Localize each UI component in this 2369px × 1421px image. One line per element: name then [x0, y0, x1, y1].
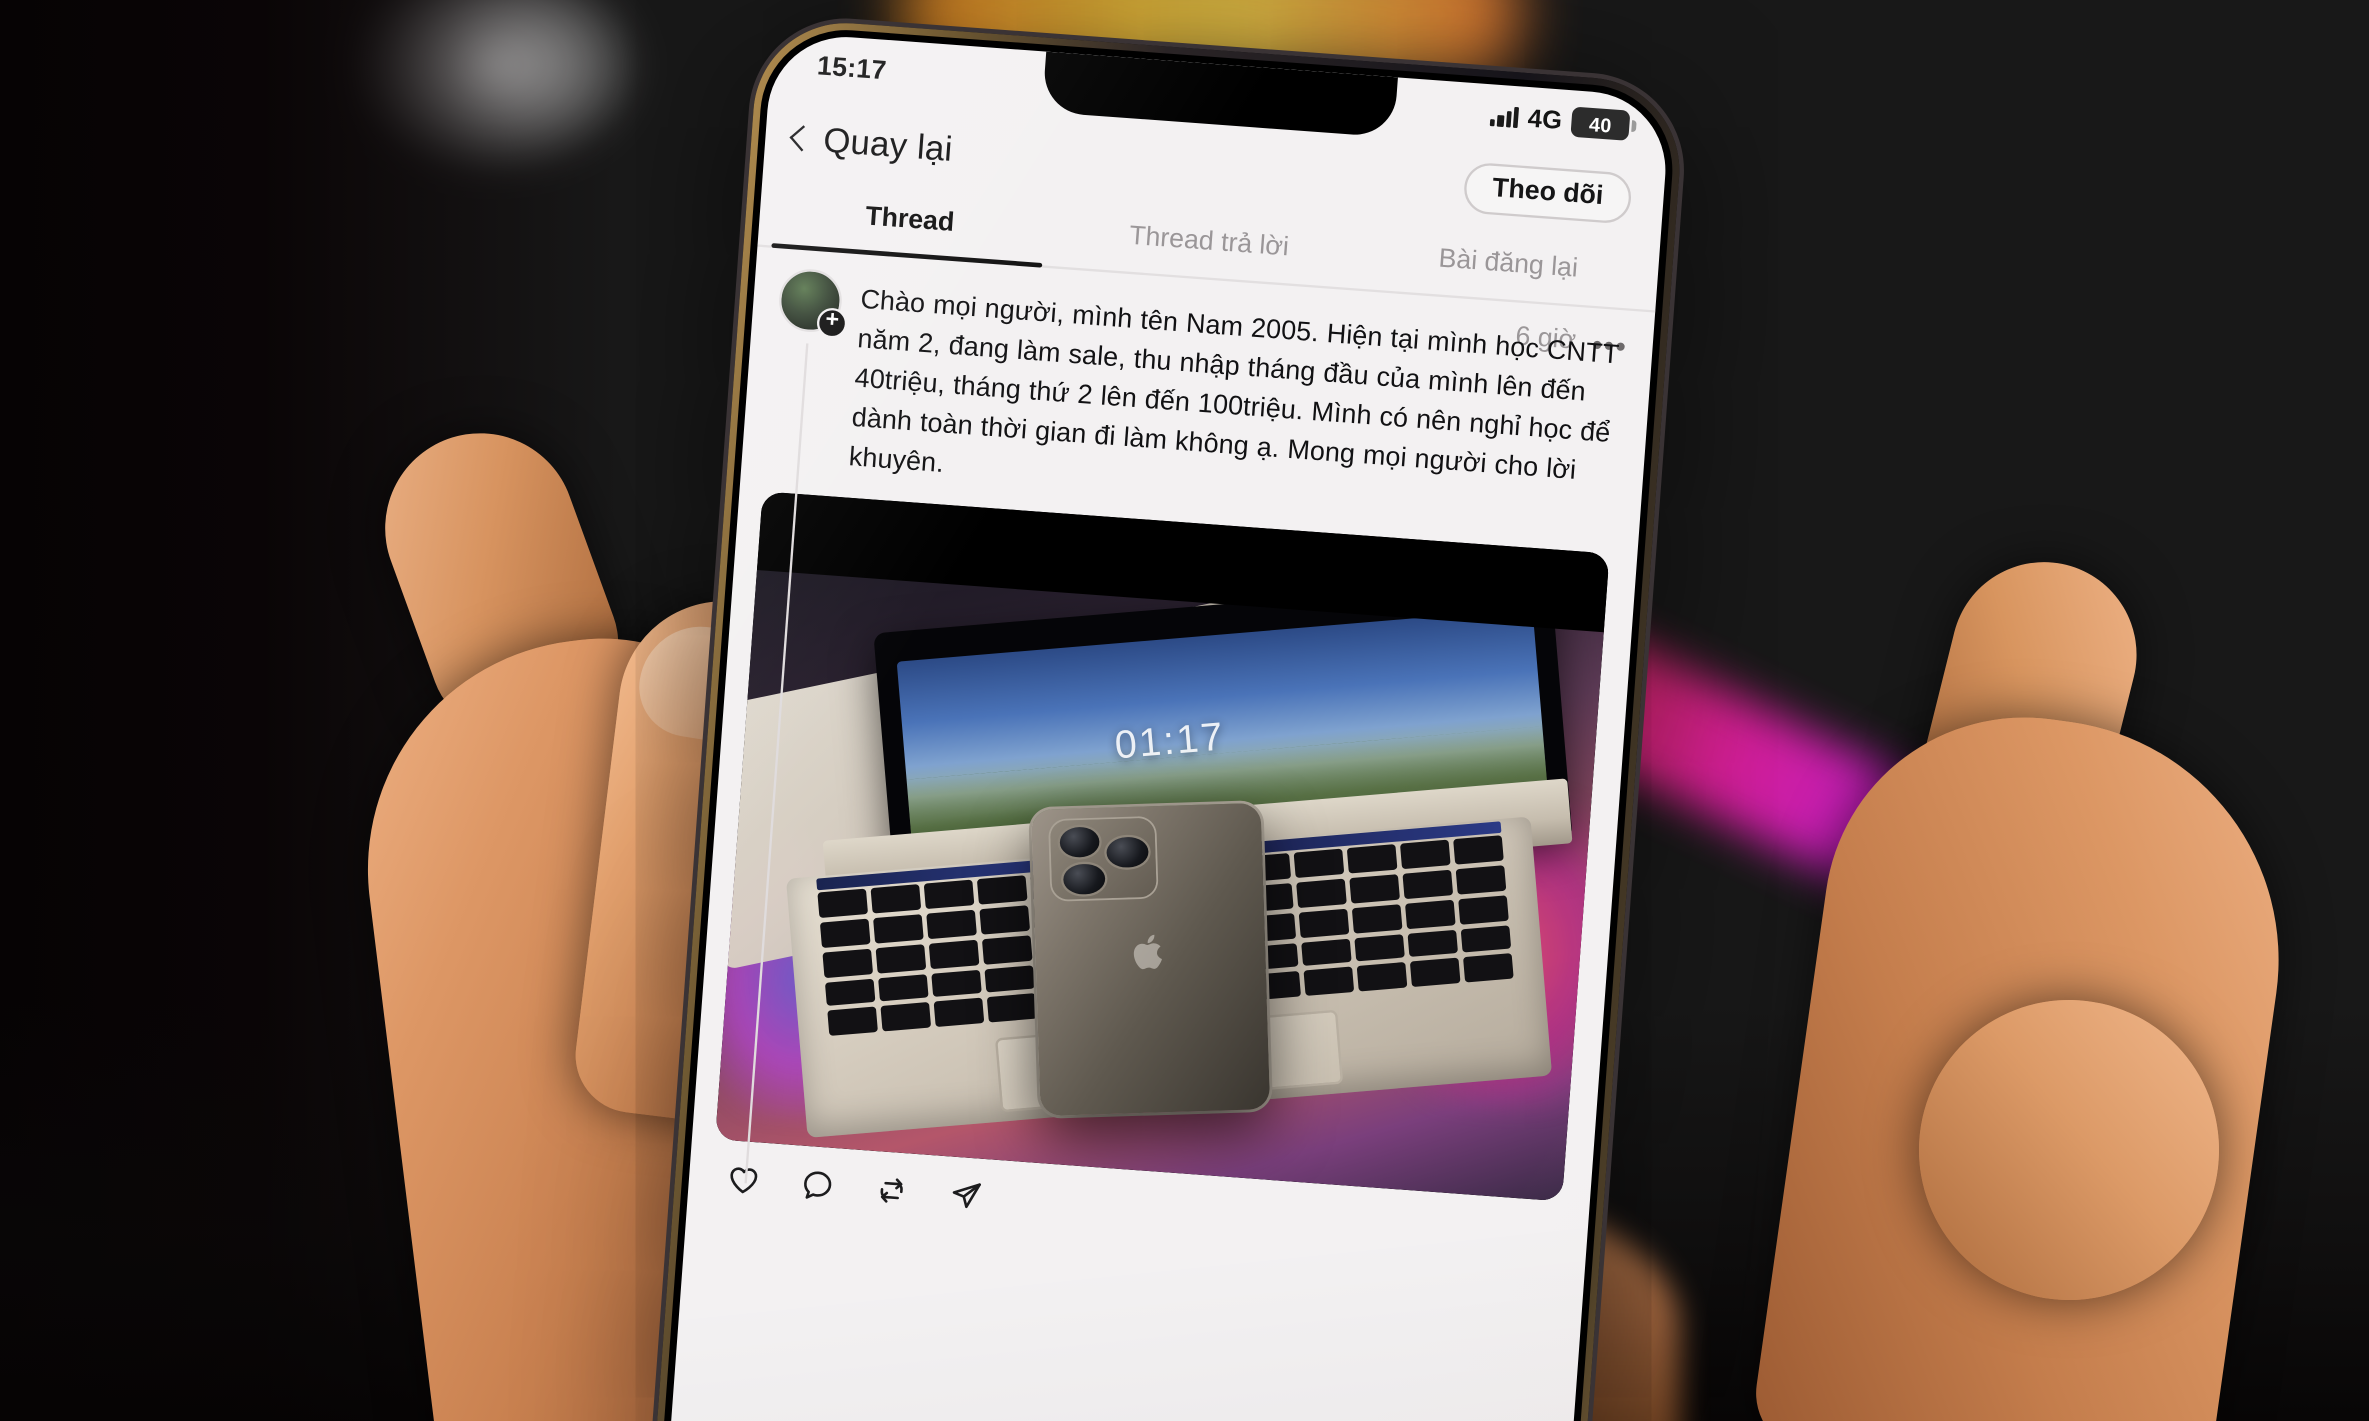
photo-scene: 15:17 4G 40 Quay lại Theo dõi Thread Thr…: [0, 0, 2369, 1421]
status-time: 15:17: [816, 52, 888, 86]
post-text: Chào mọi người, mình tên Nam 2005. Hiện …: [847, 284, 1620, 487]
comment-icon[interactable]: [799, 1167, 836, 1204]
post-item: + 6 giờ ••• Chào mọi người, mình tên Nam…: [688, 247, 1655, 1260]
apple-logo-icon: [1134, 935, 1163, 971]
plus-badge-icon[interactable]: +: [815, 307, 849, 340]
follow-button[interactable]: Theo dõi: [1462, 161, 1633, 225]
back-button[interactable]: Quay lại: [789, 118, 955, 170]
repost-icon[interactable]: [873, 1172, 910, 1209]
phone-device: 15:17 4G 40 Quay lại Theo dõi Thread Thr…: [614, 0, 1740, 1421]
photo-iphone-on-macbook: 01:17: [715, 491, 1610, 1202]
photo-iphone-body: [1030, 803, 1270, 1116]
phone-frame: 15:17 4G 40 Quay lại Theo dõi Thread Thr…: [614, 16, 1686, 1421]
chevron-left-icon: [789, 125, 816, 152]
thread-feed[interactable]: + 6 giờ ••• Chào mọi người, mình tên Nam…: [637, 247, 1655, 1421]
heart-icon[interactable]: [725, 1161, 762, 1198]
network-type-label: 4G: [1526, 104, 1564, 135]
photo-camera-module: [1049, 819, 1157, 902]
share-icon[interactable]: [947, 1178, 984, 1215]
battery-icon: 40: [1570, 106, 1631, 141]
phone-screen: 15:17 4G 40 Quay lại Theo dõi Thread Thr…: [629, 31, 1671, 1421]
avatar[interactable]: +: [776, 267, 849, 340]
signal-bars-icon: [1489, 105, 1520, 129]
post-media-image[interactable]: 01:17: [715, 491, 1610, 1202]
back-button-label: Quay lại: [821, 120, 955, 170]
